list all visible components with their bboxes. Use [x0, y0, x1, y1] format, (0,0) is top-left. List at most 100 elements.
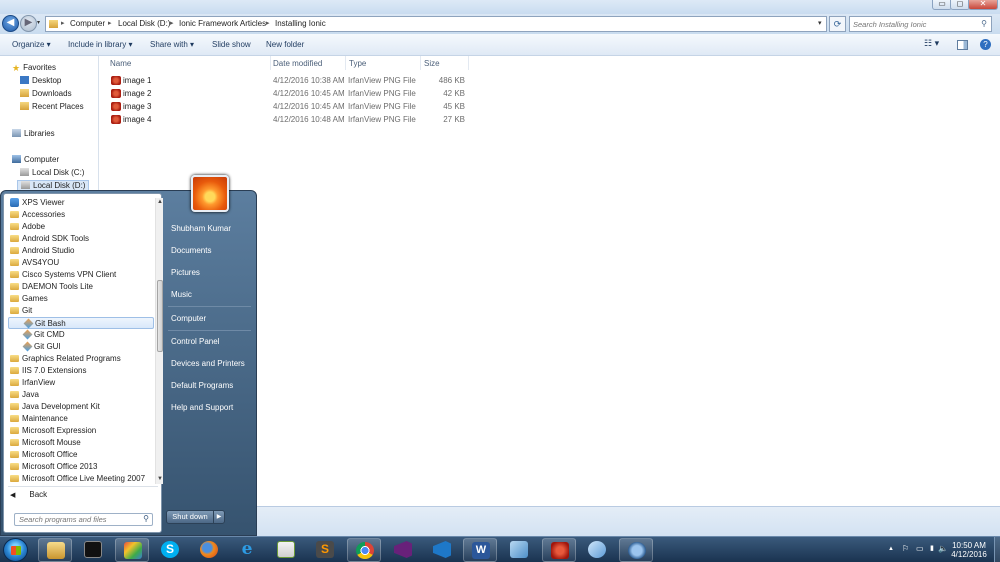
taskbar-internet-explorer[interactable]: e: [230, 538, 264, 562]
start-button[interactable]: [3, 538, 28, 562]
program-folder[interactable]: IrfanView: [8, 377, 154, 389]
signal-icon[interactable]: ▮: [930, 544, 934, 552]
taskbar-paint[interactable]: [115, 538, 149, 562]
nav-computer[interactable]: Computer: [12, 155, 59, 164]
program-item[interactable]: Git GUI: [8, 341, 154, 353]
program-item[interactable]: XPS Viewer: [8, 197, 154, 209]
shutdown-options-arrow-icon[interactable]: ▶: [213, 510, 225, 524]
nav-favorites[interactable]: ★ Favorites: [12, 63, 56, 73]
search-icon[interactable]: ⚲: [143, 514, 149, 523]
user-name-link[interactable]: Shubham Kumar: [171, 224, 231, 233]
column-divider[interactable]: [468, 56, 469, 70]
column-divider[interactable]: [420, 56, 421, 70]
help-icon[interactable]: ?: [980, 39, 991, 50]
taskbar-cmd[interactable]: [76, 538, 110, 562]
column-header-type[interactable]: Type: [349, 59, 366, 68]
documents-link[interactable]: Documents: [171, 246, 211, 255]
taskbar-chrome[interactable]: [347, 538, 381, 562]
program-item[interactable]: Git CMD: [8, 329, 154, 341]
program-folder[interactable]: Maintenance: [8, 413, 154, 425]
control-panel-link[interactable]: Control Panel: [171, 337, 219, 346]
forward-nav-button[interactable]: ▶: [20, 15, 37, 32]
music-link[interactable]: Music: [171, 290, 192, 299]
nav-recent-places[interactable]: Recent Places: [20, 102, 84, 111]
preview-pane-icon[interactable]: [957, 40, 968, 50]
show-hidden-icons-chevron-icon[interactable]: ▲: [888, 546, 894, 552]
file-row[interactable]: image 3 4/12/2016 10:45 AM IrfanView PNG…: [108, 100, 468, 113]
program-folder[interactable]: Graphics Related Programs: [8, 353, 154, 365]
start-search-box[interactable]: ⚲: [14, 513, 153, 526]
shutdown-button[interactable]: Shut down: [166, 510, 214, 524]
file-row[interactable]: image 4 4/12/2016 10:48 AM IrfanView PNG…: [108, 113, 468, 126]
taskbar-skype[interactable]: S: [153, 538, 187, 562]
refresh-icon[interactable]: ⟳: [829, 16, 846, 32]
breadcrumb-computer[interactable]: Computer: [70, 19, 105, 28]
computer-link[interactable]: Computer: [171, 314, 206, 323]
program-folder[interactable]: AVS4YOU: [8, 257, 154, 269]
slide-show-button[interactable]: Slide show: [212, 40, 251, 49]
program-folder[interactable]: Java Development Kit: [8, 401, 154, 413]
programs-scrollbar[interactable]: ▲ ▼: [155, 198, 163, 484]
views-icon[interactable]: ☷ ▾: [924, 38, 939, 49]
taskbar-irfanview[interactable]: [542, 538, 576, 562]
user-picture-flower-icon[interactable]: [191, 175, 229, 212]
column-divider[interactable]: [345, 56, 346, 70]
taskbar-network[interactable]: [619, 538, 653, 562]
program-folder[interactable]: Games: [8, 293, 154, 305]
scroll-down-arrow-icon[interactable]: ▼: [157, 475, 163, 483]
scroll-thumb[interactable]: [157, 280, 163, 352]
program-folder[interactable]: Java: [8, 389, 154, 401]
breadcrumb-ionic-articles[interactable]: Ionic Framework Articles: [179, 19, 266, 28]
organize-menu[interactable]: Organize ▾: [12, 40, 51, 49]
monitor-icon[interactable]: ▭: [916, 544, 924, 553]
taskbar-firefox[interactable]: [192, 538, 226, 562]
address-box[interactable]: ▸ Computer ▸ Local Disk (D:) ▸ Ionic Fra…: [45, 16, 827, 32]
program-folder[interactable]: Accessories: [8, 209, 154, 221]
breadcrumb-local-disk[interactable]: Local Disk (D:): [118, 19, 170, 28]
taskbar-explorer[interactable]: [38, 538, 72, 562]
share-with-menu[interactable]: Share with ▾: [150, 40, 194, 49]
maximize-button[interactable]: ◻: [950, 0, 970, 10]
help-and-support-link[interactable]: Help and Support: [171, 403, 233, 412]
back-button[interactable]: ◀ Back: [10, 490, 47, 499]
nav-libraries[interactable]: Libraries: [12, 129, 55, 138]
taskbar-editor[interactable]: [269, 538, 303, 562]
program-folder[interactable]: Microsoft Mouse: [8, 437, 154, 449]
taskbar-word[interactable]: W: [463, 538, 497, 562]
taskbar-app[interactable]: [502, 538, 536, 562]
search-icon[interactable]: ⚲: [981, 19, 987, 28]
file-row[interactable]: image 2 4/12/2016 10:45 AM IrfanView PNG…: [108, 87, 468, 100]
taskbar-vs-code[interactable]: [425, 538, 459, 562]
include-in-library-menu[interactable]: Include in library ▾: [68, 40, 133, 49]
minimize-button[interactable]: ▭: [932, 0, 952, 10]
column-header-name[interactable]: Name: [110, 59, 131, 68]
program-folder[interactable]: Android SDK Tools: [8, 233, 154, 245]
program-folder[interactable]: Adobe: [8, 221, 154, 233]
close-button[interactable]: ✕: [968, 0, 998, 10]
column-divider[interactable]: [270, 56, 271, 70]
start-search-input[interactable]: [15, 514, 135, 525]
back-nav-button[interactable]: ◀: [2, 15, 19, 32]
nav-local-disk-c[interactable]: Local Disk (C:): [20, 168, 84, 177]
show-desktop-button[interactable]: [994, 537, 1000, 562]
program-folder[interactable]: Android Studio: [8, 245, 154, 257]
taskbar-sublime[interactable]: S: [308, 538, 342, 562]
search-box[interactable]: ⚲: [849, 16, 992, 32]
recent-pages-dropdown-icon[interactable]: ▾: [37, 19, 40, 26]
program-item-git-bash[interactable]: Git Bash: [8, 317, 154, 329]
program-folder[interactable]: Git: [8, 305, 154, 317]
program-folder[interactable]: Cisco Systems VPN Client: [8, 269, 154, 281]
program-folder[interactable]: Microsoft Office Live Meeting 2007: [8, 473, 154, 485]
breadcrumb-installing-ionic[interactable]: Installing Ionic: [275, 19, 326, 28]
file-row[interactable]: image 1 4/12/2016 10:38 AM IrfanView PNG…: [108, 74, 468, 87]
flag-icon[interactable]: ⚐: [902, 544, 909, 553]
search-input[interactable]: [850, 17, 975, 31]
system-clock[interactable]: 10:50 AM 4/12/2016: [946, 541, 992, 559]
scroll-up-arrow-icon[interactable]: ▲: [157, 198, 163, 206]
program-folder[interactable]: Microsoft Office 2013: [8, 461, 154, 473]
new-folder-button[interactable]: New folder: [266, 40, 304, 49]
nav-downloads[interactable]: Downloads: [20, 89, 72, 98]
address-dropdown-icon[interactable]: ▾: [818, 19, 822, 27]
default-programs-link[interactable]: Default Programs: [171, 381, 233, 390]
program-folder[interactable]: DAEMON Tools Lite: [8, 281, 154, 293]
